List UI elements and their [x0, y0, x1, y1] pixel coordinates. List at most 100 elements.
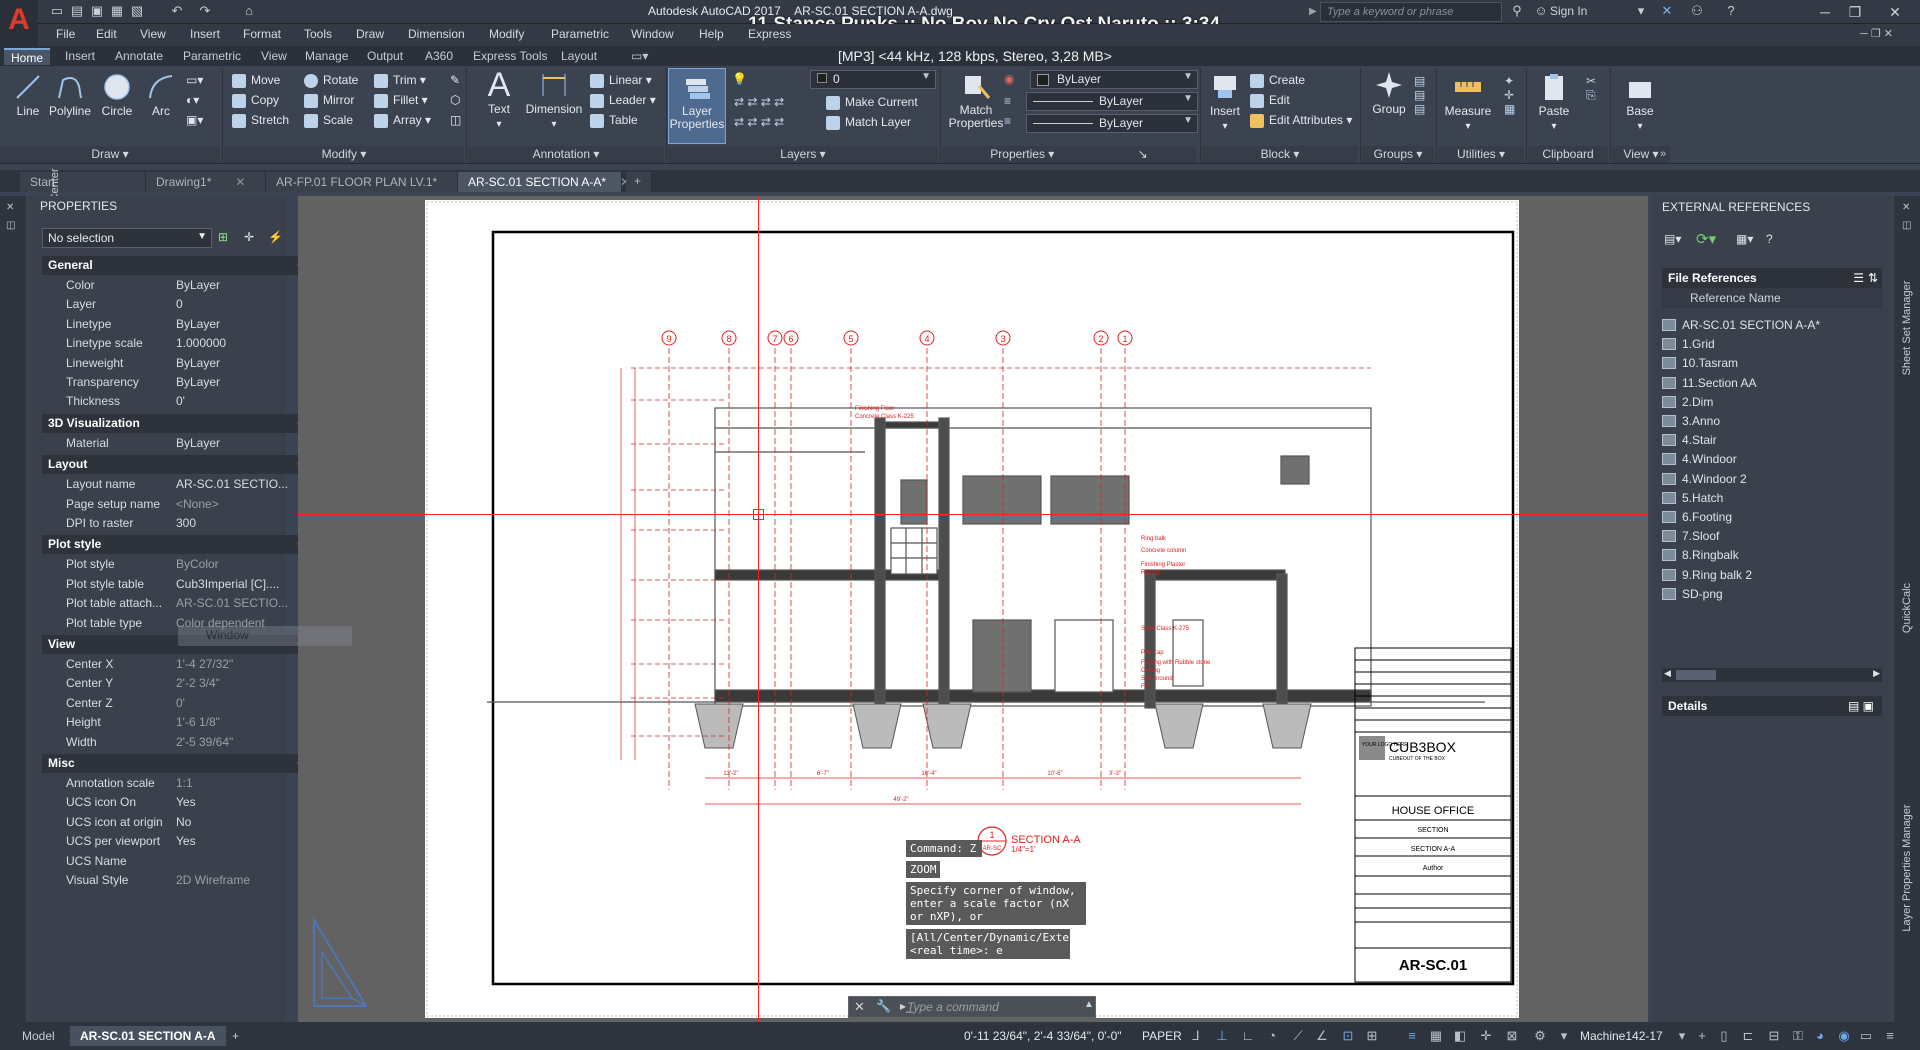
command-history-icon[interactable]: ▲	[1084, 999, 1094, 1010]
tab-home[interactable]: Home	[4, 48, 51, 65]
close-tab-icon[interactable]: ✕	[235, 175, 245, 189]
lineweight-toggle-icon[interactable]: ⊞	[1364, 1028, 1380, 1044]
tab-output[interactable]: Output	[360, 48, 410, 65]
prop-value[interactable]: ByLayer	[176, 375, 310, 389]
autocad-logo-icon[interactable]: A	[0, 0, 38, 52]
linetype-dropdown[interactable]: ByLayer ▼	[1026, 92, 1198, 111]
sign-in-link[interactable]: Sign In	[1550, 4, 1587, 18]
palette-autohide-icon[interactable]: ◫	[1902, 220, 1911, 231]
plot-icon[interactable]: ▧	[128, 2, 146, 20]
xref-item[interactable]: 9.Ring balk 2	[1662, 568, 1752, 582]
panel-clipboard-title[interactable]: Clipboard	[1528, 146, 1608, 163]
prop-value[interactable]: ByLayer	[176, 278, 310, 292]
paste-button[interactable]: Paste ▾	[1530, 72, 1578, 132]
doc-window-controls[interactable]: ─ ❐ ✕	[1860, 27, 1893, 40]
tree-view-icon[interactable]: ⇅	[1868, 271, 1878, 285]
panel-draw-title[interactable]: Draw ▾	[0, 146, 220, 163]
tab-annotate[interactable]: Annotate	[108, 48, 170, 65]
palette-close-icon[interactable]: ✕	[1902, 202, 1910, 213]
hardware-acceleration-icon[interactable]: ▯	[1716, 1028, 1732, 1044]
search-expand-icon[interactable]: ▶	[1309, 6, 1317, 17]
fillet-button[interactable]: Fillet ▾	[374, 90, 428, 110]
command-prompt-icon[interactable]: ▸_	[900, 999, 913, 1013]
menu-format[interactable]: Format	[243, 27, 281, 41]
paper-space-toggle[interactable]: PAPER	[1142, 1029, 1182, 1043]
menu-window[interactable]: Window	[631, 27, 674, 41]
tab-manage[interactable]: Manage	[298, 48, 355, 65]
section-layout[interactable]: Layout–	[42, 455, 312, 475]
scroll-left-icon[interactable]: ◀	[1664, 668, 1671, 679]
offset-icon[interactable]: ◫	[450, 110, 461, 130]
prop-value[interactable]: ByLayer	[176, 356, 310, 370]
selection-cycling-icon[interactable]: ◧	[1452, 1028, 1468, 1044]
layer-tools-row2[interactable]: ⇄ ⇄ ⇄ ⇄	[734, 112, 784, 132]
panel-annotation-title[interactable]: Annotation ▾	[468, 146, 664, 163]
layer-properties-button[interactable]: Layer Properties	[668, 68, 726, 144]
prop-row-visual-style[interactable]: Visual Style 2D Wireframe	[42, 871, 312, 890]
prop-value[interactable]: <None>	[176, 497, 310, 511]
menu-file[interactable]: File	[56, 27, 75, 41]
prop-row-plot-style[interactable]: Plot style ByColor	[42, 555, 312, 574]
lineweight-dropdown[interactable]: ByLayer ▼	[1026, 114, 1198, 133]
stretch-button[interactable]: Stretch	[232, 110, 289, 130]
table-button[interactable]: Table	[590, 110, 638, 130]
xref-item[interactable]: 10.Tasram	[1662, 356, 1738, 370]
rotate-button[interactable]: Rotate	[304, 70, 358, 90]
prop-value[interactable]: 2D Wireframe	[176, 873, 310, 887]
tab-insert[interactable]: Insert	[58, 48, 102, 65]
attach-dwg-icon[interactable]: ▤▾	[1664, 232, 1681, 246]
restore-button[interactable]: ❐	[1840, 2, 1870, 22]
xref-item[interactable]: 8.Ringbalk	[1662, 548, 1739, 562]
new-tab-button[interactable]: +	[626, 172, 652, 192]
menu-draw[interactable]: Draw	[356, 27, 384, 41]
prop-row-linetype-scale[interactable]: Linetype scale 1.000000	[42, 334, 312, 353]
menu-dimension[interactable]: Dimension	[408, 27, 465, 41]
panel-modify-title[interactable]: Modify ▾	[224, 146, 464, 163]
prop-row-ucs-name[interactable]: UCS Name	[42, 852, 312, 871]
prop-row-width[interactable]: Width 2'-5 39/64"	[42, 733, 312, 752]
show-lineweight-icon[interactable]: ≡	[1404, 1028, 1420, 1044]
prop-row-annotation-scale[interactable]: Annotation scale 1:1	[42, 774, 312, 793]
details-toggle-icon[interactable]: ▤ ▣	[1848, 699, 1874, 713]
layer-properties-manager-label[interactable]: Layer Properties Manager	[1901, 788, 1913, 948]
isodraft-icon[interactable]: ⟋	[1290, 1028, 1306, 1044]
group-tools-icons[interactable]: ▤ ▤ ▤	[1414, 74, 1425, 116]
group-button[interactable]: Group	[1366, 70, 1412, 116]
minimize-button[interactable]: ─	[1810, 2, 1840, 22]
prop-value[interactable]: AR-SC.01 SECTIO...	[176, 596, 310, 610]
xref-item[interactable]: 4.Stair	[1662, 433, 1717, 447]
cut-copy-icons[interactable]: ✂ ⎘	[1586, 74, 1596, 103]
polyline-button[interactable]: Polyline	[44, 72, 96, 118]
prop-row-color[interactable]: Color ByLayer	[42, 276, 312, 295]
menu-insert[interactable]: Insert	[190, 27, 220, 41]
scroll-right-icon[interactable]: ▶	[1873, 668, 1880, 679]
prop-value[interactable]: No	[176, 815, 310, 829]
menu-modify[interactable]: Modify	[489, 27, 524, 41]
search-input[interactable]: Type a keyword or phrase	[1320, 2, 1502, 22]
match-properties-button[interactable]: Match Properties	[944, 72, 1008, 130]
exchange-apps-icon[interactable]: ✕	[1658, 2, 1676, 20]
prop-value[interactable]: AR-SC.01 SECTIO...	[176, 477, 310, 491]
dimension-button[interactable]: Dimension ▾	[520, 70, 588, 130]
xref-item[interactable]: 1.Grid	[1662, 337, 1715, 351]
prop-value[interactable]: Yes	[176, 795, 310, 809]
scale-button[interactable]: Scale	[304, 110, 353, 130]
prop-value[interactable]: 1:1	[176, 776, 310, 790]
prop-row-plot-style-table[interactable]: Plot style table Cub3Imperial [C]....	[42, 575, 312, 594]
new-file-icon[interactable]: ▭	[48, 2, 66, 20]
toggle-pickadd-icon[interactable]: ⊞	[218, 230, 228, 244]
command-customize-icon[interactable]: 🔧	[876, 999, 891, 1013]
ribbon-options-icon[interactable]: ▭▾	[624, 48, 655, 65]
autodesk-a360-icon[interactable]: ⚇	[1688, 2, 1706, 20]
prop-value[interactable]: ByLayer	[176, 436, 310, 450]
panel-groups-title[interactable]: Groups ▾	[1362, 146, 1434, 163]
dynamic-ucs-icon[interactable]: ✛	[1478, 1028, 1494, 1044]
prop-value[interactable]: 300	[176, 516, 310, 530]
graphics-performance-icon[interactable]: ◉	[1836, 1028, 1852, 1044]
selection-dropdown[interactable]: No selection ▼	[42, 228, 212, 248]
redo-icon[interactable]: ↷	[196, 2, 214, 20]
palette-autohide-icon[interactable]: ◫	[6, 220, 15, 231]
linear-button[interactable]: Linear ▾	[590, 70, 652, 90]
measure-button[interactable]: Measure ▾	[1440, 72, 1496, 132]
doc-tab-drawing1[interactable]: Drawing1* ✕	[146, 172, 266, 192]
